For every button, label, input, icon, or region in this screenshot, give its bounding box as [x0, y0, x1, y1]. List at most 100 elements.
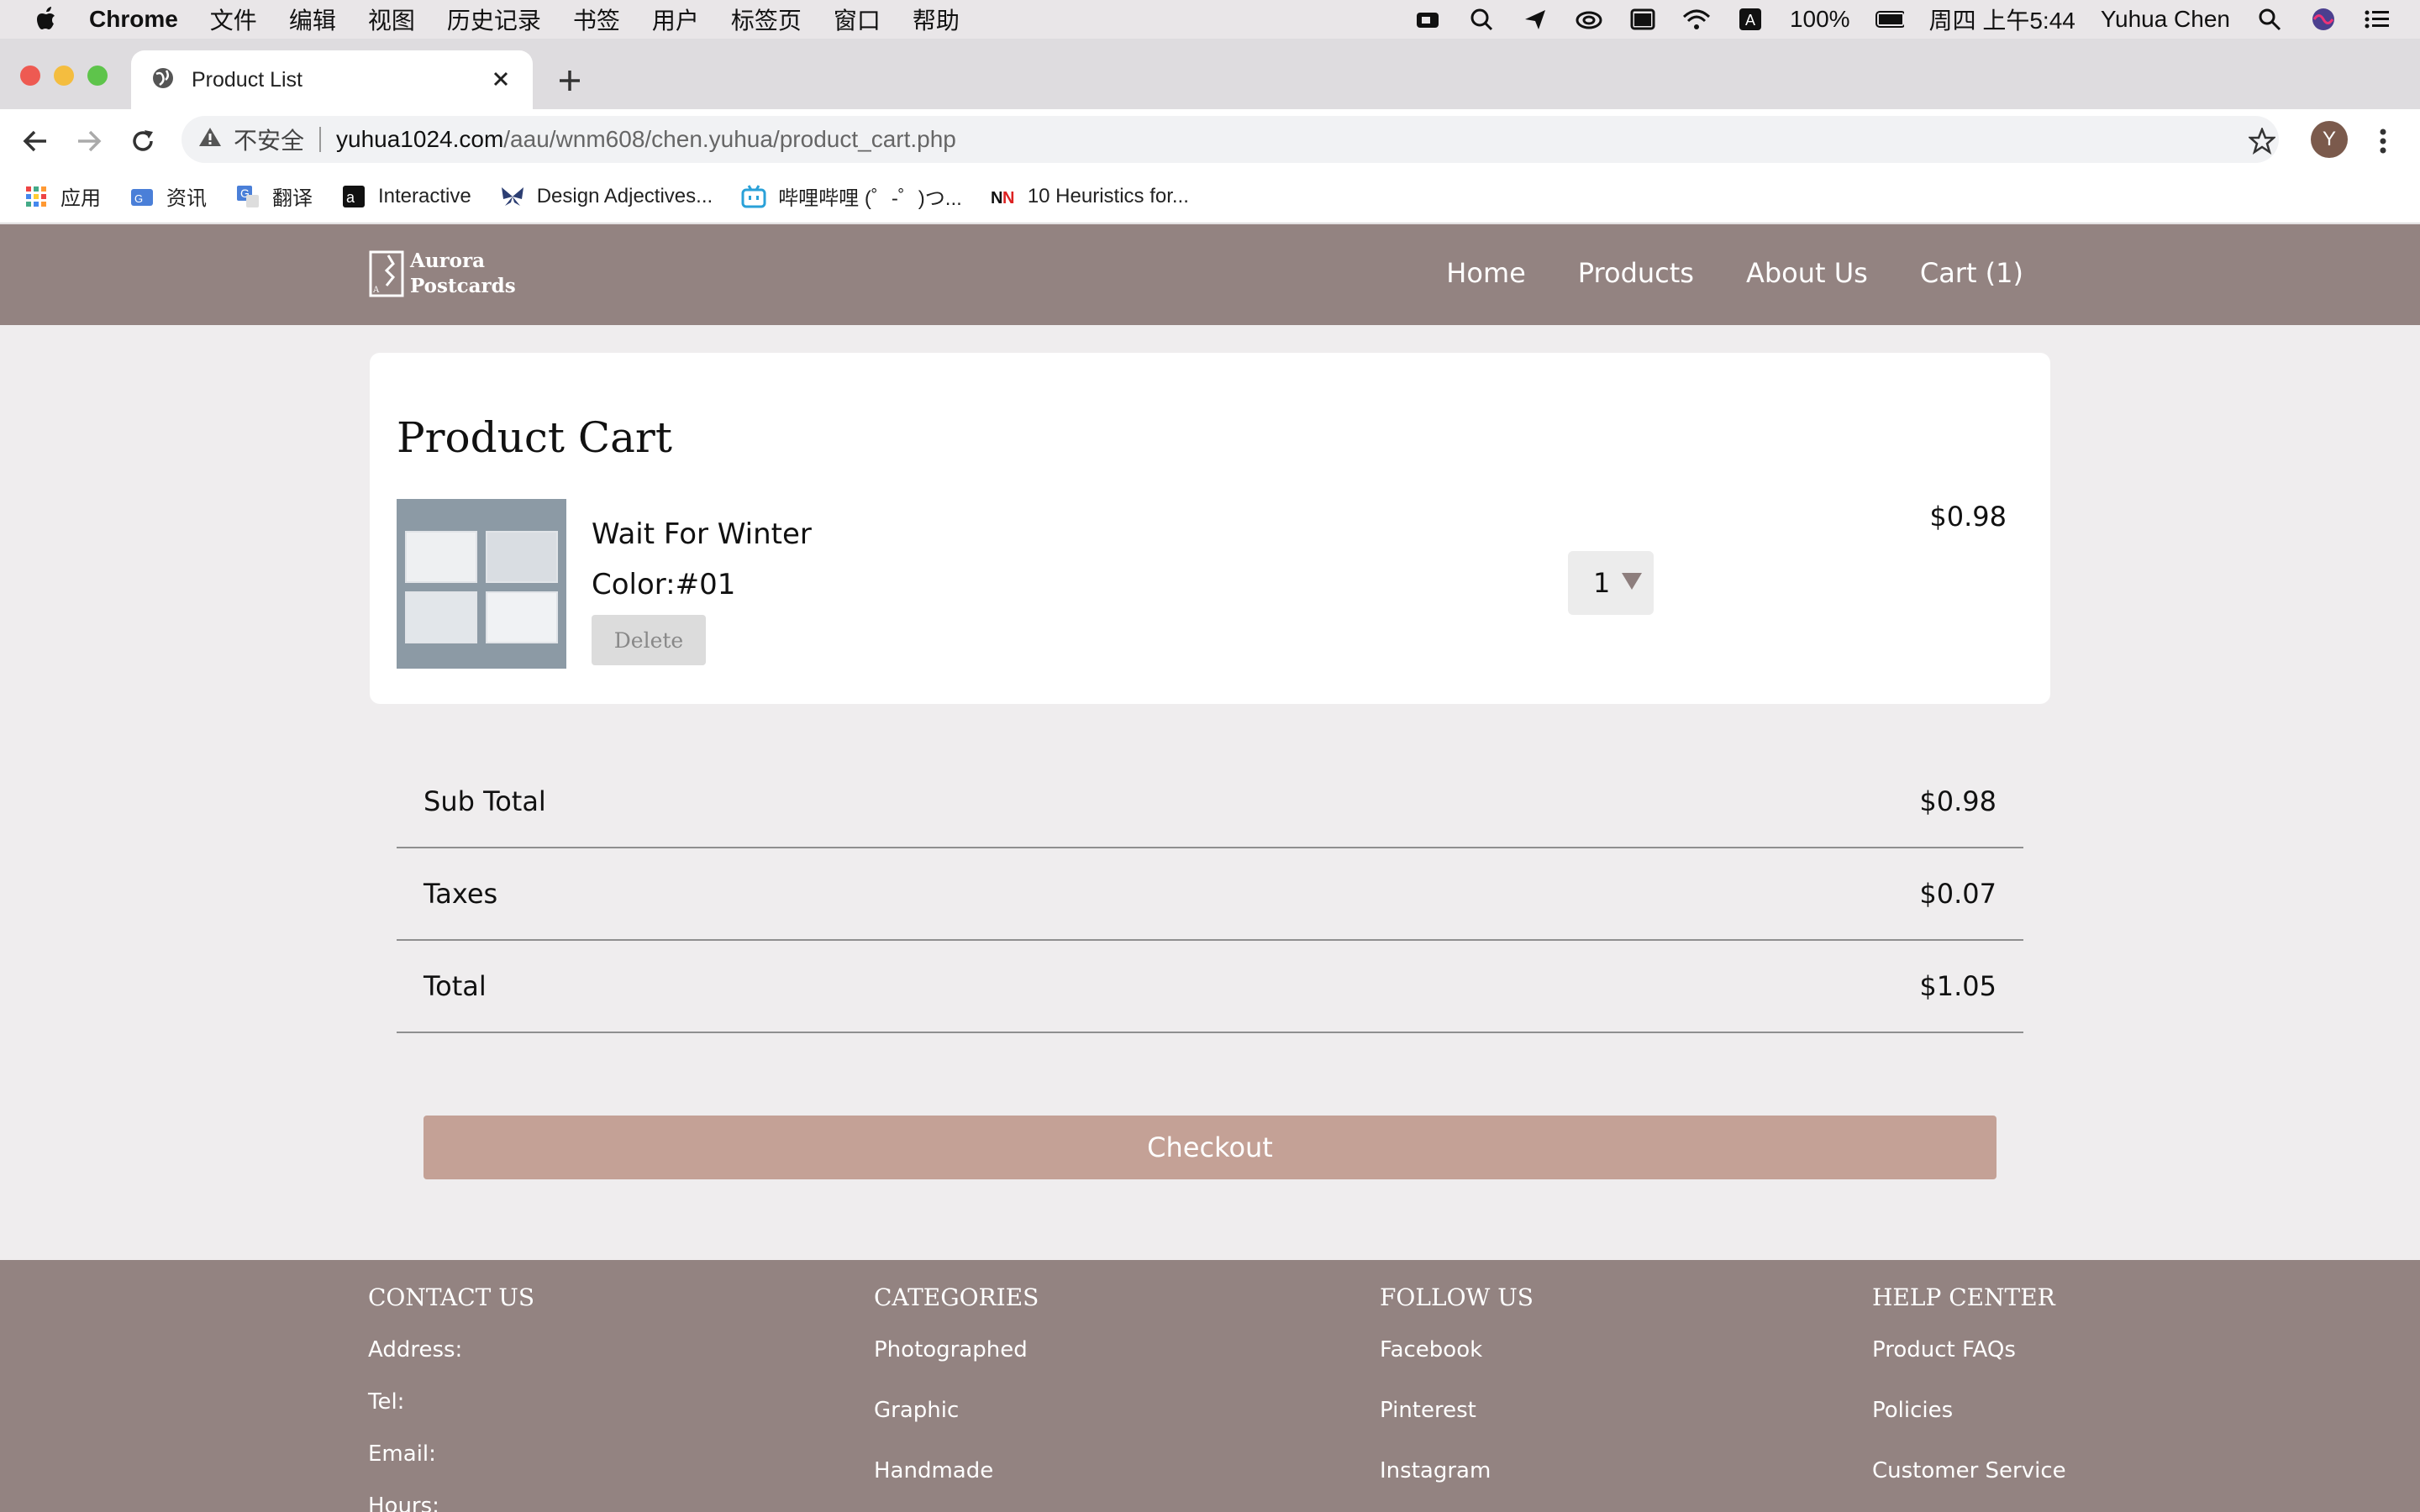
- footer-link-customer-service[interactable]: Customer Service: [1872, 1454, 2066, 1512]
- bookmark-label: Interactive: [378, 184, 471, 207]
- site-nav: Home Products About Us Cart (1): [1446, 257, 2023, 289]
- summary-label: Taxes: [424, 878, 498, 910]
- browser-tab-active[interactable]: Product List: [131, 50, 533, 109]
- wifi-icon[interactable]: [1682, 7, 1711, 32]
- paper-plane-icon[interactable]: [1521, 7, 1549, 32]
- summary-value: $0.07: [1919, 878, 1996, 910]
- menubar-user[interactable]: Yuhua Chen: [2101, 6, 2230, 33]
- window-minimize-button[interactable]: [54, 66, 74, 86]
- footer-link-faqs[interactable]: Product FAQs: [1872, 1333, 2066, 1394]
- menu-bookmarks[interactable]: 书签: [573, 3, 620, 36]
- page-title: Product Cart: [397, 413, 672, 462]
- menu-view[interactable]: 视图: [368, 3, 415, 36]
- nav-products[interactable]: Products: [1578, 257, 1694, 289]
- bookmark-label: 翻译: [272, 187, 313, 210]
- summary-row-total: Total $1.05: [397, 941, 2023, 1033]
- menu-file[interactable]: 文件: [210, 3, 257, 36]
- footer-link-graphic[interactable]: Graphic: [874, 1394, 1039, 1454]
- logo-line-2: Postcards: [410, 275, 516, 297]
- thumbnail-photo-1: [405, 531, 477, 583]
- menu-help[interactable]: 帮助: [913, 3, 960, 36]
- menu-app-name[interactable]: Chrome: [89, 6, 178, 33]
- menu-window[interactable]: 窗口: [834, 3, 881, 36]
- dropdown-caret-icon: [1622, 573, 1642, 590]
- url-path: /aau/wnm608/chen.yuhua/product_cart.php: [503, 126, 956, 152]
- menu-edit[interactable]: 编辑: [289, 3, 336, 36]
- footer-link-handmade[interactable]: Handmade: [874, 1454, 1039, 1512]
- window-icon[interactable]: [1628, 7, 1657, 32]
- svg-text:G: G: [134, 192, 143, 205]
- checkout-button[interactable]: Checkout: [424, 1116, 1996, 1179]
- apps-grid-icon: [24, 184, 49, 209]
- siri-icon[interactable]: [2309, 7, 2338, 32]
- window-close-button[interactable]: [20, 66, 40, 86]
- omnibox-separator: [319, 127, 322, 152]
- footer-contact: CONTACT US Address: Tel: Email: Hours:: [368, 1284, 534, 1512]
- footer-link-pinterest[interactable]: Pinterest: [1380, 1394, 1534, 1454]
- spotlight-icon[interactable]: [2255, 7, 2284, 32]
- input-source-icon[interactable]: A: [1736, 7, 1765, 32]
- footer-address: Address:: [368, 1337, 463, 1362]
- menu-people[interactable]: 用户: [652, 3, 699, 36]
- quantity-select[interactable]: 1: [1568, 551, 1654, 615]
- search-app-icon[interactable]: [1467, 7, 1496, 32]
- forward-arrow-icon[interactable]: [72, 124, 106, 158]
- apple-icon[interactable]: [34, 5, 60, 34]
- reload-icon[interactable]: [126, 124, 160, 158]
- footer-heading: HELP CENTER: [1872, 1284, 2055, 1311]
- nav-cart[interactable]: Cart (1): [1920, 257, 2023, 289]
- product-thumbnail[interactable]: [397, 499, 566, 669]
- footer-link-policies[interactable]: Policies: [1872, 1394, 2066, 1454]
- footer-link-photographed[interactable]: Photographed: [874, 1333, 1039, 1394]
- address-bar[interactable]: 不安全 yuhua1024.com/aau/wnm608/chen.yuhua/…: [182, 116, 2279, 163]
- order-summary: Sub Total $0.98 Taxes $0.07 Total $1.05: [397, 756, 2023, 1033]
- warning-triangle-icon[interactable]: [198, 126, 222, 154]
- bookmarks-bar: 应用 G 资讯 G 翻译 a Interactive Design Adject…: [0, 170, 2420, 223]
- notification-center-icon[interactable]: [2363, 7, 2391, 32]
- menu-history[interactable]: 历史记录: [447, 3, 541, 36]
- bookmark-news[interactable]: G 资讯: [129, 181, 207, 211]
- nav-home[interactable]: Home: [1446, 257, 1526, 289]
- bookmark-star-icon[interactable]: [2245, 124, 2279, 158]
- menubar-clock[interactable]: 周四 上午5:44: [1929, 3, 2075, 36]
- logo-text: Aurora Postcards: [410, 249, 516, 299]
- new-tab-plus-icon[interactable]: [553, 64, 587, 97]
- site-footer: CONTACT US Address: Tel: Email: Hours: C…: [0, 1260, 2420, 1512]
- footer-link-instagram[interactable]: Instagram: [1380, 1454, 1534, 1512]
- thumbnail-photo-2: [486, 531, 558, 583]
- footer-categories: CATEGORIES Photographed Graphic Handmade: [874, 1284, 1039, 1512]
- summary-label: Sub Total: [424, 785, 546, 817]
- bookmark-heuristics[interactable]: NN 10 Heuristics for...: [991, 184, 1189, 209]
- bookmark-design-adjectives[interactable]: Design Adjectives...: [500, 184, 713, 209]
- globe-icon: [151, 66, 175, 93]
- bookmark-translate[interactable]: G 翻译: [235, 181, 313, 211]
- site-logo[interactable]: A Aurora Postcards: [368, 249, 516, 299]
- summary-value: $0.98: [1919, 785, 1996, 817]
- not-secure-label[interactable]: 不安全: [234, 123, 304, 156]
- footer-heading: CONTACT US: [368, 1284, 535, 1311]
- back-arrow-icon[interactable]: [18, 124, 52, 158]
- window-zoom-button[interactable]: [87, 66, 108, 86]
- profile-avatar[interactable]: Y: [2311, 121, 2348, 158]
- bookmark-label: 10 Heuristics for...: [1027, 184, 1189, 207]
- product-color: Color:#01: [592, 568, 736, 601]
- footer-heading: FOLLOW US: [1380, 1284, 1534, 1311]
- menu-tab[interactable]: 标签页: [731, 3, 802, 36]
- bookmark-apps[interactable]: 应用: [24, 181, 101, 211]
- creative-cloud-icon[interactable]: [1575, 7, 1603, 32]
- svg-text:A: A: [372, 286, 380, 295]
- delete-button[interactable]: Delete: [592, 615, 706, 665]
- bookmark-label: 资讯: [166, 187, 207, 210]
- bookmark-interactive[interactable]: a Interactive: [341, 184, 471, 209]
- nav-about-us[interactable]: About Us: [1746, 257, 1868, 289]
- chrome-menu-icon[interactable]: [2370, 124, 2396, 158]
- tab-close-icon[interactable]: [487, 66, 514, 92]
- bookmark-bilibili[interactable]: 哔哩哔哩 (゜-゜)つ...: [741, 181, 962, 211]
- product-name[interactable]: Wait For Winter: [592, 517, 812, 551]
- thumbnail-photo-3: [405, 591, 477, 643]
- interactive-icon: a: [341, 184, 366, 209]
- footer-link-facebook[interactable]: Facebook: [1380, 1333, 1534, 1394]
- nn-icon: NN: [991, 184, 1016, 209]
- camera-icon[interactable]: [1413, 7, 1442, 32]
- battery-icon[interactable]: [1875, 7, 1904, 32]
